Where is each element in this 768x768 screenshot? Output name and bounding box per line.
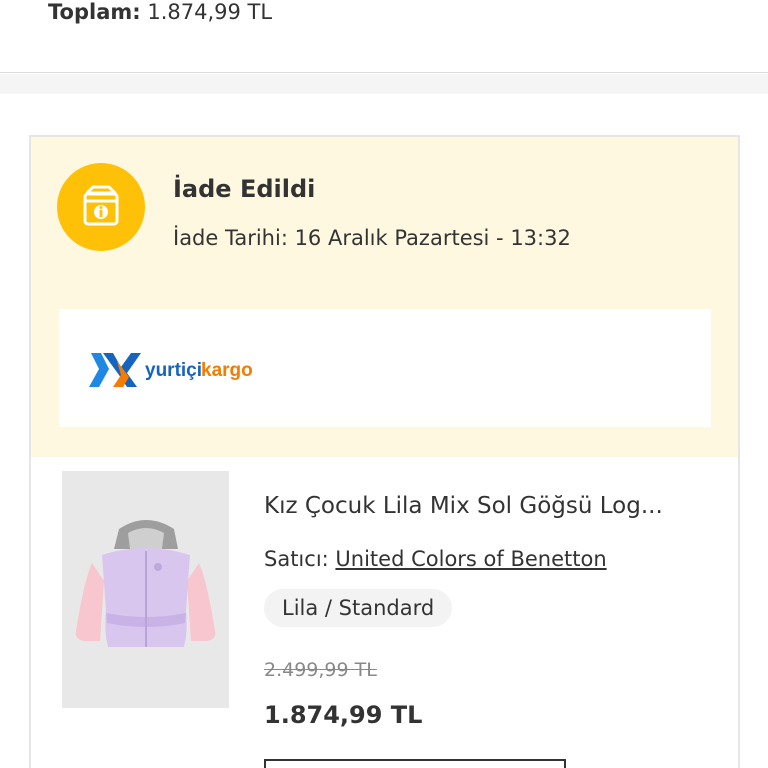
product-image[interactable]: [62, 471, 229, 708]
logo-text-yurtici: yurtiçi: [145, 360, 202, 381]
order-total: Toplam: 1.874,99 TL: [48, 0, 272, 28]
total-value: 1.874,99 TL: [147, 0, 273, 24]
old-price: 2.499,99 TL: [264, 659, 377, 681]
return-status-panel: İade Edildi İade Tarihi: 16 Aralık Pazar…: [31, 137, 738, 457]
order-summary: Toplam: 1.874,99 TL: [0, 0, 768, 73]
action-button[interactable]: [264, 759, 566, 768]
seller-info: Satıcı: United Colors of Benetton: [264, 547, 607, 571]
seller-label: Satıcı:: [264, 547, 329, 571]
product-item: Kız Çocuk Lila Mix Sol Göğsü Log... Satı…: [31, 457, 738, 768]
current-price: 1.874,99 TL: [264, 701, 423, 729]
return-date: İade Tarihi: 16 Aralık Pazartesi - 13:32: [173, 226, 571, 250]
total-label: Toplam:: [48, 0, 141, 24]
product-name[interactable]: Kız Çocuk Lila Mix Sol Göğsü Log...: [264, 493, 663, 519]
variant-badge: Lila / Standard: [264, 589, 453, 627]
logo-text-kargo: kargo: [201, 360, 253, 381]
seller-link[interactable]: United Colors of Benetton: [335, 547, 606, 571]
section-divider: [0, 74, 768, 94]
box-info-icon: [57, 163, 145, 251]
return-status-title: İade Edildi: [173, 175, 316, 203]
yurtici-kargo-logo: yurtiçi kargo: [89, 353, 253, 387]
return-card: İade Edildi İade Tarihi: 16 Aralık Pazar…: [29, 135, 740, 768]
cargo-company-box[interactable]: yurtiçi kargo: [59, 309, 711, 427]
